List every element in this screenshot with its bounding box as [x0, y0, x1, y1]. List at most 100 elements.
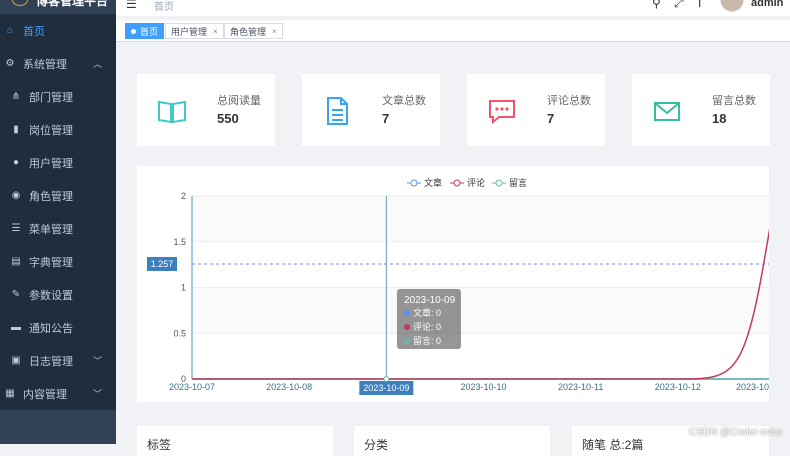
app-title: 博客管理平台: [36, 0, 108, 9]
stat-label: 总阅读量: [217, 92, 261, 108]
tooltip-row-name: 评论:: [413, 321, 434, 332]
document-icon: [322, 96, 352, 126]
x-tick-label: 2023-10-10: [460, 382, 506, 392]
user-icon: ●: [9, 157, 23, 168]
y-tick-label: 1: [181, 283, 186, 293]
stat-label: 文章总数: [382, 92, 426, 108]
tooltip-marker: [404, 324, 410, 330]
font-size-icon[interactable]: T: [696, 0, 703, 10]
book-icon: [157, 96, 187, 126]
fullscreen-icon[interactable]: ⤢: [674, 0, 684, 11]
app-logo[interactable]: 博客管理平台: [0, 0, 116, 14]
line-chart-card: 00.511.522023-10-072023-10-082023-10-102…: [137, 166, 769, 402]
tag-user-management[interactable]: 用户管理 ×: [165, 23, 224, 39]
stat-label: 评论总数: [547, 92, 591, 108]
tooltip-row-value: 0: [436, 308, 441, 318]
sidebar-item[interactable]: ▣ 日志管理 ﹀: [0, 344, 116, 377]
x-tick-label: 2023-10-11: [558, 382, 603, 392]
sidebar-item[interactable]: ⚙ 系统管理 ︿: [0, 47, 116, 80]
sidebar-item-label: 系统管理: [23, 56, 67, 72]
legend-label: 留言: [509, 177, 527, 188]
sidebar-item[interactable]: ⋔ 部门管理: [0, 80, 116, 113]
sidebar-menu: ⌂ 首页 ⚙ 系统管理 ︿ ⋔ 部门管理 ▮ 岗位管理 ●用户管理◉角色管理 ☰ 菜单管理 ▤ 字典管理 ✎…: [0, 14, 116, 410]
watermark: CSDN @Coder-coco: [689, 427, 782, 438]
y-tick-label: 1.5: [173, 237, 186, 247]
sidebar-item[interactable]: ✎参数设置: [0, 278, 116, 311]
sidebar-item[interactable]: ☰ 菜单管理: [0, 212, 116, 245]
tree-table-icon: ☰: [9, 223, 23, 234]
chevron-icon[interactable]: ︿: [93, 57, 102, 70]
avatar[interactable]: [720, 0, 744, 12]
sidebar-item[interactable]: ▬通知公告: [0, 311, 116, 344]
tooltip-row-name: 文章:: [413, 307, 434, 318]
stat-card-messages[interactable]: 留言总数 18: [632, 74, 770, 146]
tag-label: 角色管理: [230, 25, 266, 38]
stat-card-reads[interactable]: 总阅读量 550: [137, 74, 275, 146]
stat-card-comments[interactable]: 评论总数 7: [467, 74, 605, 146]
sidebar-item[interactable]: ▦ 内容管理 ﹀: [0, 377, 116, 410]
x-tick-label: 2023-10-12: [655, 382, 701, 392]
sidebar-item[interactable]: ●用户管理: [0, 146, 116, 179]
tag-label: 首页: [140, 25, 158, 38]
tags-card: 标签: [137, 426, 333, 456]
sidebar-item[interactable]: ▮ 岗位管理: [0, 113, 116, 146]
data-point: [384, 377, 389, 382]
sidebar-item-label: 部门管理: [29, 89, 73, 105]
sidebar-item-label: 菜单管理: [29, 221, 73, 237]
tag-label: 用户管理: [171, 25, 207, 38]
tree-icon: ⋔: [9, 91, 23, 102]
card-title: 标签: [147, 438, 171, 452]
legend-label: 文章: [424, 177, 442, 188]
sidebar-item-label: 首页: [23, 23, 45, 39]
stat-value: 550: [217, 111, 239, 126]
tooltip-row-value: 0: [436, 322, 441, 332]
legend-label: 评论: [467, 177, 485, 188]
tooltip-marker: [404, 338, 410, 344]
breadcrumb[interactable]: 首页: [154, 0, 174, 13]
sidebar-item-label: 内容管理: [23, 386, 67, 402]
grid-band: [192, 196, 769, 242]
legend-marker: [411, 180, 417, 186]
main-content: 总阅读量 550 文章总数 7 评论总数 7 留言总数 18 0 0.5 1 1.5 2…: [116, 42, 790, 444]
close-icon[interactable]: ×: [272, 27, 277, 36]
crosshair-x-label: 2023-10-09: [363, 383, 409, 393]
stat-card-articles[interactable]: 文章总数 7: [302, 74, 440, 146]
username[interactable]: admin: [751, 0, 783, 9]
home-icon: ⌂: [3, 25, 17, 36]
sidebar-item[interactable]: ◉角色管理: [0, 179, 116, 212]
hamburger-icon[interactable]: ☰: [126, 0, 137, 11]
sidebar-item-label: 日志管理: [29, 353, 73, 369]
y-tick-label: 2: [181, 191, 186, 201]
tag-role-management[interactable]: 角色管理 ×: [224, 23, 283, 39]
y-tick-label: 0.5: [173, 328, 186, 338]
dict-icon: ▤: [9, 256, 23, 267]
card-title: 随笔 总:2篇: [582, 438, 643, 452]
tag-home[interactable]: 首页: [125, 23, 164, 39]
card-title: 分类: [364, 438, 388, 452]
logo-icon: [12, 0, 28, 6]
active-dot-icon: [131, 29, 136, 34]
sidebar-item[interactable]: ▤ 字典管理: [0, 245, 116, 278]
sidebar: 博客管理平台 ⌂ 首页 ⚙ 系统管理 ︿ ⋔ 部门管理 ▮ 岗位管理 ●用户管理◉角色管理 ☰ 菜单管…: [0, 0, 116, 444]
tooltip-row-name: 留言:: [413, 335, 434, 346]
grid-band: [192, 288, 769, 334]
line-chart[interactable]: 00.511.522023-10-072023-10-082023-10-102…: [137, 166, 769, 402]
search-icon[interactable]: ⚲: [652, 0, 661, 10]
navbar: ☰ 首页 ⚲ ⤢ T admin: [116, 0, 790, 16]
close-icon[interactable]: ×: [213, 27, 218, 36]
sidebar-item-label: 字典管理: [29, 254, 73, 270]
gear-icon: ⚙: [3, 58, 17, 69]
sidebar-item[interactable]: ⌂ 首页: [0, 14, 116, 47]
legend-marker: [454, 180, 460, 186]
tooltip-title: 2023-10-09: [404, 295, 456, 306]
stat-value: 18: [712, 111, 726, 126]
post-icon: ▮: [9, 124, 23, 135]
content-icon: ▦: [3, 388, 17, 399]
chevron-icon[interactable]: ﹀: [93, 387, 102, 400]
tooltip-marker: [404, 310, 410, 316]
sidebar-item-label: 岗位管理: [29, 122, 73, 138]
log-icon: ▣: [9, 355, 23, 366]
chevron-icon[interactable]: ﹀: [93, 354, 102, 367]
stat-label: 留言总数: [712, 92, 756, 108]
legend-marker: [496, 180, 502, 186]
